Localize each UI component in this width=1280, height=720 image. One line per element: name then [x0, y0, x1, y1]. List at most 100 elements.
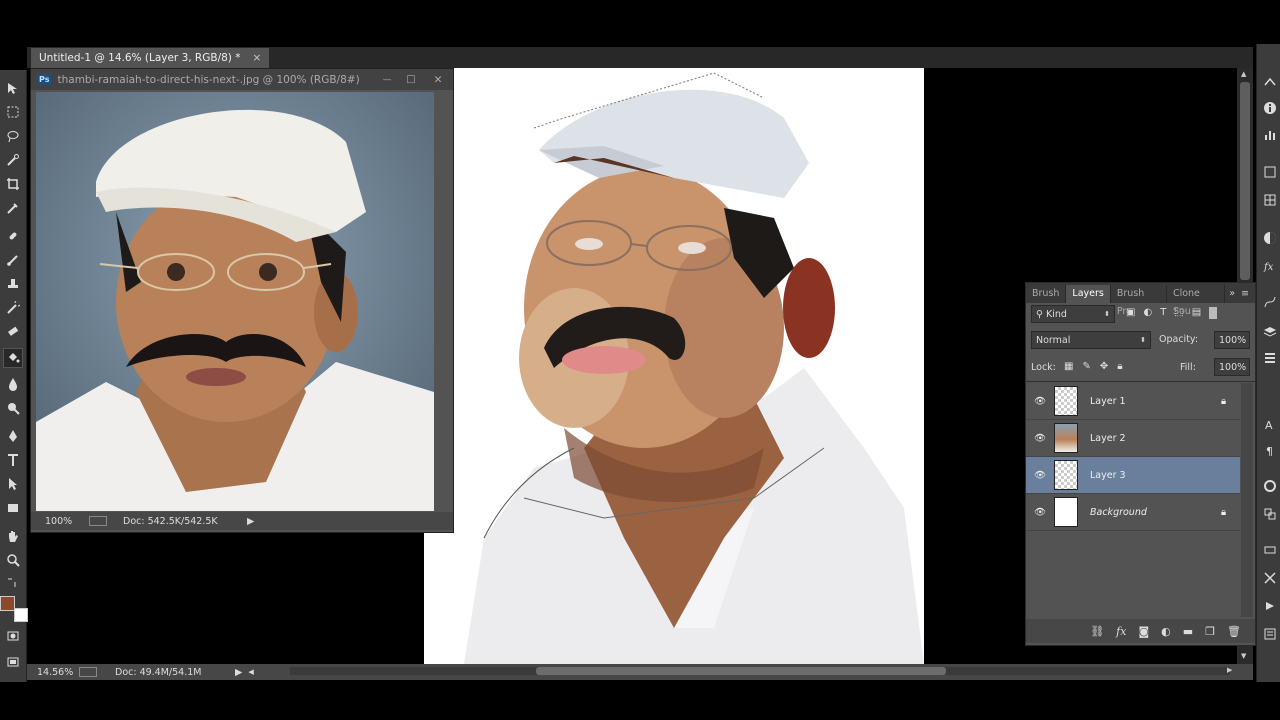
quick-mask-icon[interactable] [3, 626, 23, 646]
horizontal-scroll-thumb[interactable] [536, 667, 946, 675]
visibility-eye-icon[interactable]: 👁︎ [1026, 433, 1054, 444]
main-zoom[interactable]: 14.56% [37, 667, 75, 678]
reference-zoom[interactable]: 100% [45, 516, 81, 527]
layers-scrollbar[interactable] [1241, 383, 1253, 617]
adjustments-panel-icon[interactable] [1262, 230, 1278, 246]
paths-panel-icon[interactable] [1262, 294, 1278, 310]
layer-row-layer-3[interactable]: 👁︎ Layer 3 [1026, 457, 1240, 494]
scroll-up-arrow-icon[interactable]: ▲ [1241, 70, 1246, 78]
eyedropper-tool-icon[interactable] [3, 198, 23, 218]
paragraph-panel-icon[interactable]: ¶ [1262, 442, 1278, 458]
lock-transparent-icon[interactable]: ▦ [1064, 361, 1073, 372]
layer-row-layer-2[interactable]: 👁︎ Layer 2 [1026, 420, 1240, 457]
brush-tool-icon[interactable] [3, 250, 23, 270]
tab-clone-source[interactable]: Clone Sou [1167, 285, 1226, 317]
brush-presets-dock-icon[interactable] [1262, 478, 1278, 494]
status-menu-arrow-icon[interactable]: ▶ [247, 516, 254, 527]
tool-presets-icon[interactable] [1262, 542, 1278, 558]
reference-photo[interactable] [36, 92, 434, 511]
swap-colors-icon[interactable] [3, 572, 23, 592]
crop-tool-icon[interactable] [3, 174, 23, 194]
blend-mode-select[interactable]: Normal ⬍ [1031, 331, 1151, 349]
main-doc-info-icon[interactable] [79, 667, 97, 677]
reference-image-window[interactable]: Ps thambi-ramaiah-to-direct-his-next-.jp… [30, 68, 454, 533]
add-mask-icon[interactable]: ◙ [1138, 625, 1149, 638]
styles-panel-icon[interactable]: fx [1262, 258, 1278, 274]
reference-window-titlebar[interactable]: Ps thambi-ramaiah-to-direct-his-next-.jp… [31, 69, 453, 90]
main-status-arrow-icon[interactable]: ▶ [235, 667, 242, 678]
delete-layer-icon[interactable]: 🗑︎ [1227, 625, 1241, 638]
dodge-tool-icon[interactable] [3, 398, 23, 418]
visibility-eye-icon[interactable]: 👁︎ [1026, 470, 1054, 481]
lock-all-icon[interactable]: 🔒︎ [1117, 361, 1122, 372]
screen-mode-icon[interactable] [3, 652, 23, 672]
notes-panel-icon[interactable] [1262, 626, 1278, 642]
layer-name[interactable]: Layer 3 [1090, 470, 1126, 481]
move-tool-icon[interactable] [3, 78, 23, 98]
character-panel-icon[interactable]: A [1262, 416, 1278, 432]
filter-toggle-icon[interactable] [1209, 307, 1218, 319]
document-tab[interactable]: Untitled-1 @ 14.6% (Layer 3, RGB/8) * × [31, 48, 270, 68]
channels-panel-icon[interactable] [1262, 350, 1278, 366]
tab-brush-presets[interactable]: Brush Pre [1111, 285, 1167, 317]
lock-image-icon[interactable]: ✎ [1082, 361, 1090, 372]
link-layers-icon[interactable]: ⛓ [1090, 625, 1104, 638]
scroll-right-arrow-icon[interactable]: ▶ [1227, 666, 1232, 674]
visibility-eye-icon[interactable]: 👁︎ [1026, 396, 1054, 407]
clone-source-dock-icon[interactable] [1262, 506, 1278, 522]
history-panel-icon[interactable] [1262, 74, 1278, 90]
filter-pixel-icon[interactable]: ▣ [1126, 307, 1135, 319]
panel-menu-icon[interactable]: ≡ [1239, 285, 1255, 303]
document-tab-close-icon[interactable]: × [252, 52, 261, 64]
color-panel-icon[interactable] [1262, 164, 1278, 180]
eraser-tool-icon[interactable] [3, 322, 23, 342]
doc-info-icon[interactable] [89, 516, 107, 526]
artboard-painting[interactable] [424, 68, 924, 664]
scroll-left-arrow-icon[interactable]: ◀ [248, 668, 253, 676]
rectangle-tool-icon[interactable] [3, 498, 23, 518]
foreground-color-swatch[interactable] [0, 596, 15, 611]
tab-layers[interactable]: Layers [1066, 285, 1111, 303]
zoom-tool-icon[interactable] [3, 550, 23, 570]
paint-bucket-tool-icon[interactable] [3, 348, 23, 368]
type-tool-icon[interactable] [3, 450, 23, 470]
layers-panel[interactable]: Brush Layers Brush Pre Clone Sou » ≡ ⚲ K… [1025, 282, 1256, 646]
filter-smart-object-icon[interactable]: ▤ [1192, 307, 1201, 319]
clone-stamp-tool-icon[interactable] [3, 274, 23, 294]
blur-tool-icon[interactable] [3, 374, 23, 394]
layers-dock-icon[interactable] [1262, 324, 1278, 340]
layer-name[interactable]: Layer 1 [1090, 396, 1126, 407]
history-brush-tool-icon[interactable] [3, 298, 23, 318]
quick-selection-tool-icon[interactable] [3, 150, 23, 170]
scroll-down-arrow-icon[interactable]: ▼ [1241, 652, 1246, 660]
marquee-tool-icon[interactable] [3, 102, 23, 122]
tab-brush[interactable]: Brush [1026, 285, 1067, 303]
filter-adjustment-icon[interactable]: ◐ [1143, 307, 1152, 319]
layer-style-icon[interactable]: fx [1116, 625, 1126, 638]
vertical-scroll-thumb[interactable] [1240, 82, 1250, 280]
layer-name[interactable]: Background [1090, 507, 1147, 518]
layer-filter-select[interactable]: ⚲ Kind ⬍ [1031, 305, 1115, 323]
histogram-panel-icon[interactable] [1262, 126, 1278, 142]
visibility-eye-icon[interactable]: 👁︎ [1026, 507, 1054, 518]
swatches-panel-icon[interactable] [1262, 192, 1278, 208]
actions-panel-icon[interactable] [1262, 570, 1278, 586]
minimize-button[interactable]: — [375, 75, 399, 85]
new-group-icon[interactable]: ▬ [1183, 625, 1193, 638]
background-color-swatch[interactable] [14, 608, 28, 622]
layer-row-layer-1[interactable]: 👁︎ Layer 1 🔒︎ [1026, 383, 1240, 420]
maximize-button[interactable]: ☐ [399, 74, 423, 86]
layer-row-background[interactable]: 👁︎ Background 🔒︎ [1026, 494, 1240, 531]
timeline-panel-icon[interactable] [1262, 598, 1278, 614]
path-selection-tool-icon[interactable] [3, 474, 23, 494]
opacity-input[interactable]: 100% [1214, 331, 1250, 349]
lasso-tool-icon[interactable] [3, 126, 23, 146]
filter-type-icon[interactable]: T [1160, 307, 1166, 319]
filter-shape-icon[interactable]: ⬚ [1174, 307, 1183, 319]
hand-tool-icon[interactable] [3, 526, 23, 546]
layer-name[interactable]: Layer 2 [1090, 433, 1126, 444]
panel-collapse-icon[interactable]: » [1225, 285, 1239, 303]
new-adjustment-layer-icon[interactable]: ◐ [1161, 625, 1171, 638]
lock-position-icon[interactable]: ✥ [1100, 361, 1108, 372]
pen-tool-icon[interactable] [3, 426, 23, 446]
